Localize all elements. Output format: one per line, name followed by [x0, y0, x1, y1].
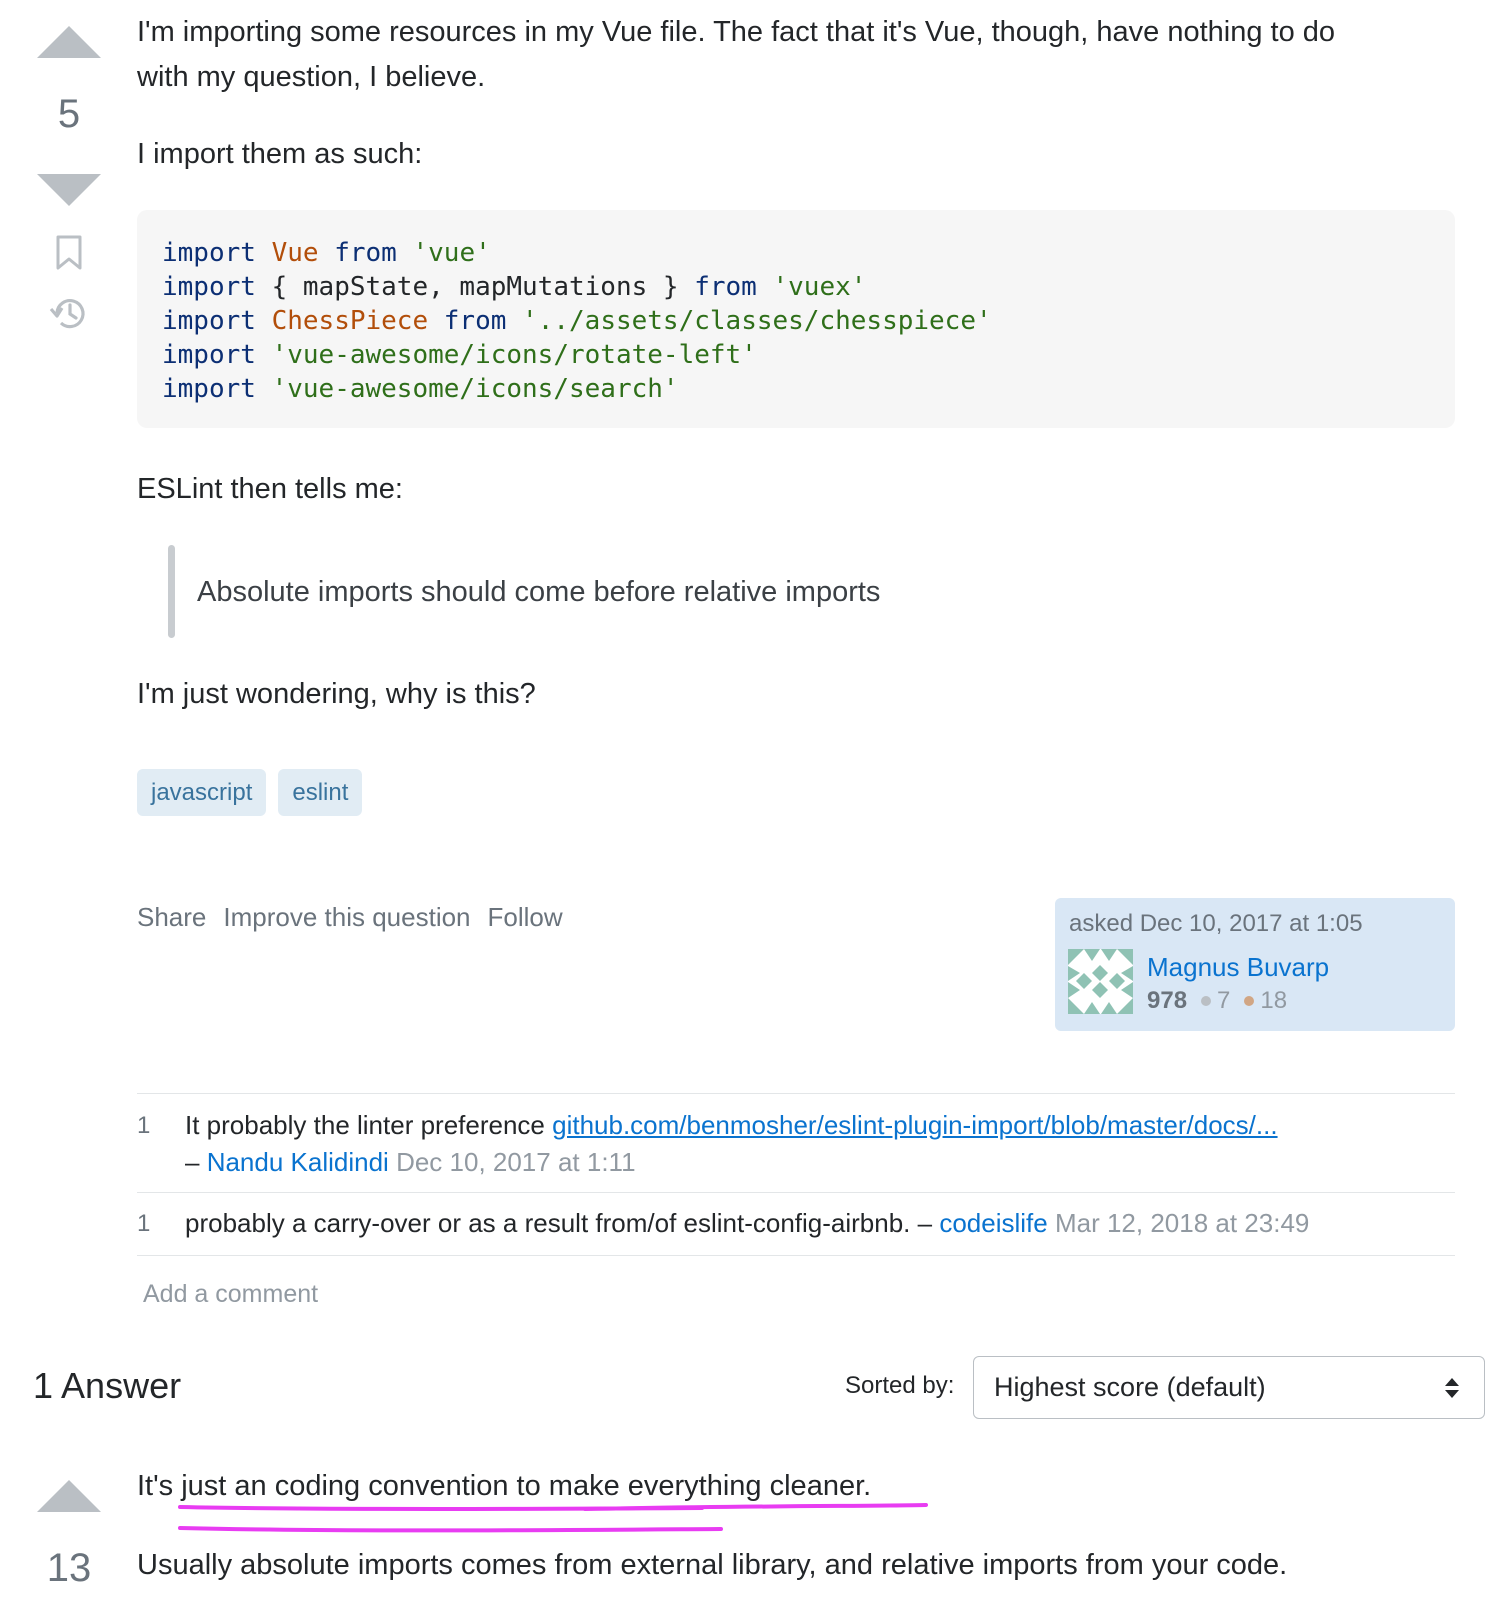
comment-1-meta: – Nandu Kalidindi Dec 10, 2017 at 1:11 — [185, 1144, 636, 1181]
improve-question-link[interactable]: Improve this question — [223, 902, 470, 933]
reputation-score: 978 — [1147, 987, 1188, 1014]
add-comment-link[interactable]: Add a comment — [143, 1280, 318, 1309]
comment-link[interactable]: github.com/benmosher/eslint-plugin-impor… — [552, 1110, 1277, 1140]
code-token: from — [334, 238, 413, 268]
comment-divider — [137, 1255, 1455, 1256]
code-token: '../assets/classes/chesspiece' — [522, 306, 992, 336]
question-paragraph-1a: I'm importing some resources in my Vue f… — [137, 16, 1336, 48]
asked-date: asked Dec 10, 2017 at 1:05 — [1069, 910, 1363, 937]
asker-stats: 978 7 18 — [1147, 987, 1287, 1015]
code-block: import Vue from 'vue' import { mapState, … — [137, 210, 1455, 428]
share-link[interactable]: Share — [137, 902, 206, 933]
comment-date[interactable]: Dec 10, 2017 at 1:11 — [396, 1147, 635, 1177]
sort-select-value: Highest score (default) — [994, 1372, 1266, 1402]
code-token: from — [694, 272, 773, 302]
asker-card: asked Dec 10, 2017 at 1:05 Magnus Buvarp… — [1055, 898, 1455, 1031]
handwritten-underline-annotation — [178, 1503, 928, 1533]
tag-javascript[interactable]: javascript — [137, 769, 267, 816]
asker-name[interactable]: Magnus Buvarp — [1147, 952, 1329, 983]
code-line: import 'vue-awesome/icons/rotate-left' — [162, 338, 1430, 372]
code-token: { mapState, mapMutations } — [271, 272, 695, 302]
comment-score: 1 — [137, 1112, 151, 1139]
comment-text: It probably the linter preference — [185, 1110, 553, 1140]
comment-2: probably a carry-over or as a result fro… — [185, 1205, 1309, 1242]
code-token: from — [443, 306, 523, 336]
bronze-badge-icon — [1244, 996, 1255, 1006]
question-paragraph-4: I'm just wondering, why is this? — [137, 678, 536, 710]
question-paragraph-1b: with my question, I believe. — [137, 61, 486, 93]
comments-divider — [137, 1093, 1455, 1094]
avatar[interactable] — [1068, 949, 1133, 1014]
bronze-badge-count: 18 — [1260, 987, 1288, 1014]
post-actions: Share Improve this question Follow — [137, 902, 563, 933]
code-token: import — [162, 238, 272, 268]
question-vote-count: 5 — [57, 92, 81, 136]
question-paragraph-3: ESLint then tells me: — [137, 473, 403, 505]
code-line: import { mapState, mapMutations } from '… — [162, 270, 1430, 304]
code-token: import — [162, 272, 272, 302]
comment-1: It probably the linter preference github… — [185, 1107, 1445, 1144]
tag-eslint[interactable]: eslint — [278, 769, 363, 816]
code-token: ChessPiece — [271, 306, 444, 336]
code-token: 'vue-awesome/icons/search' — [271, 374, 679, 404]
silver-badge-count: 7 — [1217, 987, 1231, 1014]
comment-user[interactable]: Nandu Kalidindi — [207, 1147, 389, 1177]
history-icon[interactable] — [48, 294, 88, 332]
comment-user[interactable]: codeislife — [939, 1208, 1047, 1238]
comment-dash: – — [185, 1147, 207, 1177]
code-token: Vue — [271, 238, 335, 268]
blockquote-text: Absolute imports should come before rela… — [197, 576, 881, 608]
silver-badge-icon — [1201, 996, 1212, 1006]
question-paragraph-2: I import them as such: — [137, 138, 423, 170]
chevron-updown-icon — [1445, 1378, 1459, 1398]
code-line: import Vue from 'vue' — [162, 236, 1430, 270]
sort-select[interactable]: Highest score (default) — [973, 1356, 1485, 1419]
bookmark-icon[interactable] — [54, 234, 84, 272]
answer-vote-count: 13 — [46, 1546, 92, 1590]
downvote-button[interactable] — [37, 174, 101, 206]
code-token: import — [162, 340, 272, 370]
blockquote-bar — [168, 545, 175, 638]
follow-link[interactable]: Follow — [488, 902, 563, 933]
code-token: 'vue-awesome/icons/rotate-left' — [271, 340, 757, 370]
code-line: import 'vue-awesome/icons/search' — [162, 372, 1430, 406]
upvote-button[interactable] — [37, 26, 101, 58]
comment-score: 1 — [137, 1210, 151, 1237]
answers-count: 1 Answer — [33, 1365, 182, 1406]
comment-date[interactable]: Mar 12, 2018 at 23:49 — [1055, 1208, 1309, 1238]
comment-text: probably a carry-over or as a result fro… — [185, 1208, 940, 1238]
code-line: import ChessPiece from '../assets/classe… — [162, 304, 1430, 338]
answer-paragraph-2: Usually absolute imports comes from exte… — [137, 1549, 1288, 1581]
code-token: import — [162, 374, 272, 404]
code-token: 'vuex' — [772, 272, 867, 302]
answer-upvote-button[interactable] — [37, 1480, 101, 1512]
tag-list: javascript eslint — [137, 769, 363, 816]
code-token: import — [162, 306, 272, 336]
code-token: 'vue' — [412, 238, 491, 268]
sorted-by-label: Sorted by: — [845, 1372, 955, 1399]
comment-divider — [137, 1192, 1455, 1193]
